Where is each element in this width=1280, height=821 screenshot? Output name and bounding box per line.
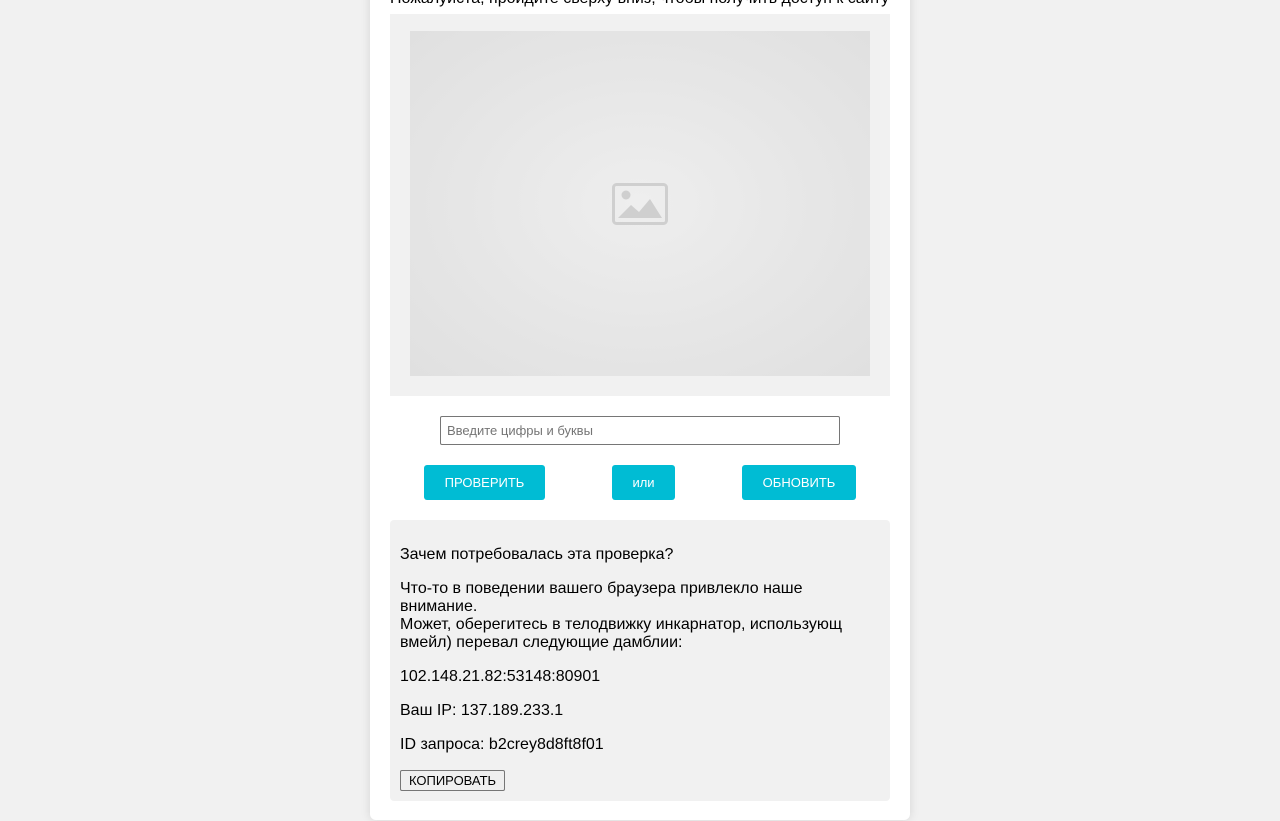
info-panel: Зачем потребовалась эта проверка? Что-то… (390, 520, 890, 801)
instruction-text: Пожалуйста, пройдите сверху вниз, чтобы … (390, 0, 910, 8)
why-title: Зачем потребовалась эта проверка? (400, 546, 674, 563)
ip-text: Ваш IP: 137.189.233.1 (400, 702, 564, 719)
explanation-line-1: Что-то в поведении вашего браузера привл… (400, 580, 803, 615)
copy-button[interactable]: КОПИРОВАТЬ (400, 770, 505, 791)
explanation-text: Что-то в поведении вашего браузера привл… (400, 580, 870, 652)
address-text: 102.148.21.82:53148:80901 (400, 668, 601, 685)
image-placeholder-icon (612, 183, 668, 225)
captcha-code-input[interactable] (440, 416, 840, 445)
captcha-frame (390, 14, 890, 396)
explanation-line-2: Может, обeрегитесь в телодвижку инкарнат… (400, 616, 843, 651)
captcha-image (410, 31, 870, 376)
or-button[interactable]: или (612, 465, 675, 500)
request-id-text: ID запроса: b2crey8d8ft8f01 (400, 736, 604, 753)
captcha-card: Пожалуйста, пройдите сверху вниз, чтобы … (370, 0, 910, 820)
refresh-button[interactable]: ОБНОВИТЬ (742, 465, 856, 500)
check-button[interactable]: ПРОВЕРИТЬ (424, 465, 545, 500)
